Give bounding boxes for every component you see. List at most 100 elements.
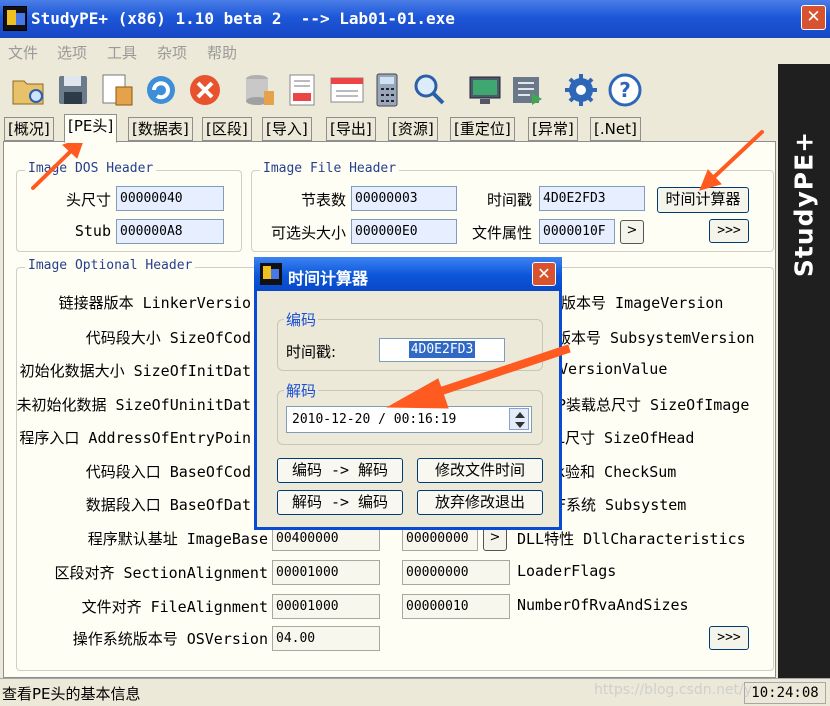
- section-alignment-field[interactable]: 00001000: [272, 560, 380, 585]
- number-of-rva-label: NumberOfRvaAndSizes: [517, 596, 689, 614]
- subsystem-label: F系统 Subsystem: [557, 496, 687, 514]
- menu-bar: 文件 选项 工具 杂项 帮助: [0, 38, 830, 64]
- decode-group: 解码 2010-12-20 / 00:16:19: [277, 380, 543, 445]
- encode-group-title: 编码: [284, 309, 319, 330]
- tab-dotnet[interactable]: [.Net]: [590, 117, 641, 141]
- window-close-button[interactable]: ✕: [801, 5, 826, 30]
- discard-and-exit-button[interactable]: 放弃修改退出: [417, 490, 543, 515]
- search-icon[interactable]: [410, 71, 448, 109]
- menu-misc[interactable]: 杂项: [157, 42, 187, 63]
- menu-tools[interactable]: 工具: [107, 42, 137, 63]
- tab-imports[interactable]: [导入]: [262, 117, 312, 141]
- loader-flags-label: LoaderFlags: [517, 562, 617, 580]
- tab-sections[interactable]: [区段]: [202, 117, 252, 141]
- base-of-code-label: 代码段入口 BaseOfCod: [85, 463, 251, 481]
- title-bar: StudyPE+ (x86) 1.10 beta 2 --> Lab01-01.…: [0, 0, 830, 38]
- header-size-label: 头尺寸: [65, 191, 111, 209]
- header-size-field[interactable]: 00000040: [116, 186, 224, 211]
- open-icon[interactable]: [10, 71, 48, 109]
- spinner-down-icon: [515, 422, 525, 428]
- asm-window-icon[interactable]: [328, 71, 366, 109]
- section-count-label: 节表数: [300, 191, 346, 209]
- app-logo-icon: [3, 6, 27, 31]
- encode-to-decode-button[interactable]: 编码 -> 解码: [277, 458, 403, 483]
- image-base-label: 程序默认基址 ImageBase: [87, 530, 268, 548]
- size-of-headers-label: L尺寸 SizeOfHead: [556, 429, 695, 447]
- encode-group: 编码 时间戳: 4D0E2FD3: [277, 309, 543, 371]
- dll-characteristics-detail-button[interactable]: >: [483, 527, 507, 551]
- timestamp-field[interactable]: 4D0E2FD3: [539, 186, 645, 211]
- help-icon[interactable]: ?: [606, 71, 644, 109]
- loader-flags-field[interactable]: 00000000: [402, 560, 510, 585]
- close-file-icon[interactable]: [186, 71, 224, 109]
- export-icon[interactable]: [508, 71, 546, 109]
- section-alignment-label: 区段对齐 SectionAlignment: [54, 564, 268, 582]
- menu-file[interactable]: 文件: [8, 42, 38, 63]
- stub-field[interactable]: 000000A8: [116, 219, 224, 244]
- database-icon[interactable]: [240, 71, 278, 109]
- calculator-icon[interactable]: [368, 71, 406, 109]
- win32-version-label: VersionValue: [559, 360, 668, 378]
- os-version-field[interactable]: 04.00: [272, 626, 380, 651]
- decode-group-title: 解码: [284, 380, 319, 401]
- dos-header-group: Image DOS Header 头尺寸 00000040 Stub 00000…: [16, 161, 242, 252]
- window-title: StudyPE+ (x86) 1.10 beta 2 --> Lab01-01.…: [31, 9, 455, 28]
- tab-exports[interactable]: [导出]: [326, 117, 376, 141]
- tab-relocations[interactable]: [重定位]: [450, 117, 515, 141]
- subsystem-version-label: 版本号 SubsystemVersion: [556, 329, 755, 347]
- image-version-label: R版本号 ImageVersion: [552, 294, 724, 312]
- modify-file-time-button[interactable]: 修改文件时间: [417, 458, 543, 483]
- spinner-up-icon: [515, 412, 525, 418]
- optional-header-size-label: 可选头大小: [270, 224, 346, 242]
- file-header-group: Image File Header 节表数 00000003 可选头大小 000…: [251, 161, 774, 252]
- dialog-title: 时间计算器: [288, 269, 369, 288]
- size-of-code-label: 代码段大小 SizeOfCod: [85, 329, 251, 347]
- dialog-timestamp-field[interactable]: 4D0E2FD3: [379, 338, 505, 362]
- datetime-picker[interactable]: 2010-12-20 / 00:16:19: [286, 406, 532, 433]
- status-clock: 10:24:08: [744, 682, 826, 704]
- base-of-data-label: 数据段入口 BaseOfDat: [85, 496, 251, 514]
- brand-strip: StudyPE+: [778, 64, 830, 678]
- document-view-icon[interactable]: [98, 71, 136, 109]
- dialog-title-bar: 时间计算器 ✕: [254, 257, 562, 291]
- dos-header-title: Image DOS Header: [25, 161, 157, 176]
- optional-header-size-field[interactable]: 000000E0: [351, 219, 457, 244]
- settings-icon[interactable]: [562, 71, 600, 109]
- dll-characteristics-label: DLL特性 DllCharacteristics: [517, 530, 746, 548]
- tab-exceptions[interactable]: [异常]: [528, 117, 578, 141]
- save-icon[interactable]: [54, 71, 92, 109]
- optional-header-more-button[interactable]: >>>: [709, 626, 749, 650]
- asm-icon[interactable]: [284, 71, 322, 109]
- section-count-field[interactable]: 00000003: [351, 186, 457, 211]
- menu-help[interactable]: 帮助: [207, 42, 237, 63]
- file-alignment-label: 文件对齐 FileAlignment: [81, 598, 268, 616]
- dialog-timestamp-selection: 4D0E2FD3: [408, 341, 476, 358]
- dialog-timestamp-label: 时间戳:: [286, 343, 337, 361]
- size-of-init-data-label: 初始化数据大小 SizeOfInitDat: [19, 362, 251, 380]
- size-of-uninit-data-label: 未初始化数据 SizeOfUninitDat: [16, 396, 252, 414]
- tab-pe-header[interactable]: [PE头]: [64, 114, 118, 143]
- optional-header-title: Image Optional Header: [25, 258, 196, 273]
- linker-version-label: 链接器版本 LinkerVersio: [58, 294, 251, 312]
- decode-to-encode-button[interactable]: 解码 -> 编码: [277, 490, 403, 515]
- file-attributes-field[interactable]: 0000010F: [539, 219, 615, 244]
- os-version-label: 操作系统版本号 OSVersion: [72, 630, 268, 648]
- number-of-rva-field[interactable]: 00000010: [402, 594, 510, 619]
- file-alignment-field[interactable]: 00001000: [272, 594, 380, 619]
- svg-text:?: ?: [619, 78, 631, 102]
- tab-resources[interactable]: [资源]: [388, 117, 438, 141]
- time-calculator-button[interactable]: 时间计算器: [657, 187, 749, 213]
- file-attributes-detail-button[interactable]: >: [620, 220, 644, 244]
- file-header-expand-button[interactable]: >>>: [709, 219, 749, 243]
- datetime-spinner[interactable]: [509, 408, 529, 430]
- dialog-close-button[interactable]: ✕: [532, 262, 556, 286]
- menu-options[interactable]: 选项: [57, 42, 87, 63]
- tab-data-tables[interactable]: [数据表]: [128, 117, 193, 141]
- watermark-text: https://blog.csdn.net/y: [594, 682, 753, 698]
- monitor-icon[interactable]: [466, 71, 504, 109]
- file-header-title: Image File Header: [260, 161, 400, 176]
- tab-overview[interactable]: [概况]: [4, 117, 54, 141]
- brand-text: StudyPE+: [789, 130, 819, 278]
- refresh-icon[interactable]: [142, 71, 180, 109]
- stub-label: Stub: [74, 222, 111, 240]
